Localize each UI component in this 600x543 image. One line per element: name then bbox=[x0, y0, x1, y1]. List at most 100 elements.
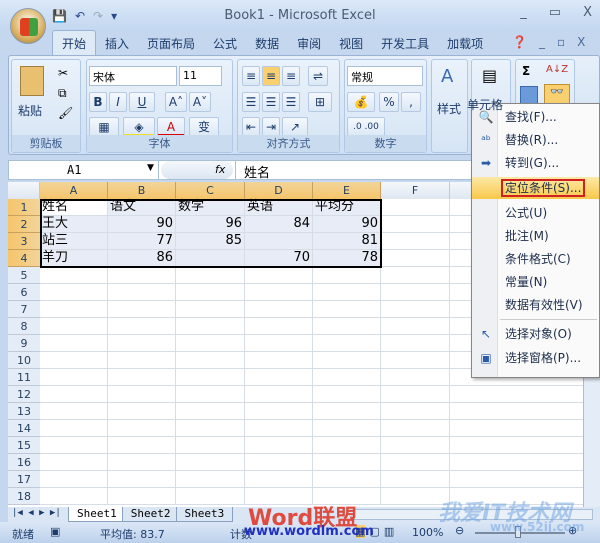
sheet-tab[interactable]: Sheet3 bbox=[175, 507, 234, 522]
cell[interactable]: 84 bbox=[245, 216, 313, 233]
paste-button[interactable]: 粘贴 bbox=[18, 102, 42, 119]
maximize-button[interactable]: ▭ bbox=[549, 5, 561, 20]
cell[interactable] bbox=[176, 318, 245, 335]
select-all-corner[interactable] bbox=[8, 182, 40, 199]
bold-button[interactable]: B bbox=[89, 92, 107, 112]
fill-icon[interactable] bbox=[520, 86, 538, 104]
menu-item[interactable]: ▣ 选择窗格(P)... bbox=[472, 347, 599, 369]
cell[interactable] bbox=[176, 301, 245, 318]
tab-1[interactable]: 插入 bbox=[96, 31, 138, 56]
normal-view-icon[interactable]: ▦ bbox=[355, 525, 366, 538]
cell[interactable] bbox=[176, 403, 245, 420]
cell[interactable] bbox=[381, 369, 450, 386]
cell[interactable] bbox=[381, 352, 450, 369]
underline-button[interactable]: U bbox=[129, 92, 155, 112]
cell[interactable]: 70 bbox=[245, 250, 313, 267]
cell[interactable] bbox=[176, 471, 245, 488]
row-header[interactable]: 7 bbox=[8, 301, 40, 318]
cell[interactable] bbox=[245, 420, 313, 437]
cell[interactable] bbox=[40, 471, 108, 488]
page-break-view-icon[interactable]: ▥ bbox=[384, 525, 394, 538]
cell[interactable] bbox=[40, 369, 108, 386]
cell[interactable] bbox=[450, 454, 600, 471]
cell[interactable] bbox=[176, 454, 245, 471]
zoom-slider-thumb[interactable] bbox=[515, 526, 521, 538]
tab-3[interactable]: 公式 bbox=[204, 31, 246, 56]
row-header[interactable]: 6 bbox=[8, 284, 40, 301]
cell[interactable] bbox=[108, 437, 176, 454]
macro-record-icon[interactable]: ▣ bbox=[50, 525, 60, 538]
cell[interactable] bbox=[245, 369, 313, 386]
workbook-close[interactable]: X bbox=[577, 35, 585, 49]
cell[interactable] bbox=[40, 301, 108, 318]
cell[interactable] bbox=[40, 284, 108, 301]
cell[interactable] bbox=[381, 250, 450, 267]
cell[interactable] bbox=[313, 318, 381, 335]
row-header[interactable]: 17 bbox=[8, 471, 40, 488]
row-header[interactable]: 18 bbox=[8, 488, 40, 505]
cell[interactable] bbox=[40, 437, 108, 454]
cell[interactable] bbox=[108, 488, 176, 505]
row-header[interactable]: 2 bbox=[8, 216, 40, 233]
tab-8[interactable]: 加载项 bbox=[438, 31, 492, 56]
cell[interactable] bbox=[245, 437, 313, 454]
cell[interactable] bbox=[108, 420, 176, 437]
cell[interactable] bbox=[313, 420, 381, 437]
cell[interactable] bbox=[108, 335, 176, 352]
cell[interactable]: 77 bbox=[108, 233, 176, 250]
cell[interactable] bbox=[176, 369, 245, 386]
currency-icon[interactable]: 💰 bbox=[347, 92, 375, 112]
name-box-dropdown-icon[interactable]: ▼ bbox=[147, 163, 154, 173]
cell[interactable] bbox=[245, 267, 313, 284]
phonetic-icon[interactable]: 变 bbox=[189, 117, 219, 137]
cell[interactable] bbox=[245, 352, 313, 369]
sheet-tab[interactable]: Sheet1 bbox=[68, 507, 126, 522]
paste-icon[interactable] bbox=[20, 66, 44, 96]
row-header[interactable]: 14 bbox=[8, 420, 40, 437]
zoom-level[interactable]: 100% bbox=[412, 526, 443, 539]
cell[interactable] bbox=[245, 488, 313, 505]
cell[interactable] bbox=[108, 403, 176, 420]
cell[interactable] bbox=[245, 335, 313, 352]
cell[interactable] bbox=[450, 403, 600, 420]
cell[interactable] bbox=[245, 301, 313, 318]
cell[interactable] bbox=[245, 284, 313, 301]
cell[interactable] bbox=[313, 369, 381, 386]
tab-2[interactable]: 页面布局 bbox=[138, 31, 204, 56]
column-header[interactable]: D bbox=[245, 182, 313, 199]
row-header[interactable]: 13 bbox=[8, 403, 40, 420]
cell[interactable] bbox=[40, 318, 108, 335]
cell[interactable] bbox=[40, 420, 108, 437]
cell[interactable] bbox=[381, 301, 450, 318]
cell[interactable] bbox=[381, 471, 450, 488]
cell[interactable] bbox=[381, 233, 450, 250]
cell[interactable] bbox=[313, 488, 381, 505]
align-right-icon[interactable]: ☰ bbox=[282, 92, 300, 112]
fx-button[interactable]: fx bbox=[215, 163, 225, 176]
row-header[interactable]: 15 bbox=[8, 437, 40, 454]
cell[interactable] bbox=[450, 437, 600, 454]
cell[interactable] bbox=[108, 301, 176, 318]
menu-item[interactable]: 数据有效性(V) bbox=[472, 294, 599, 316]
cell[interactable]: 站三 bbox=[40, 233, 108, 250]
row-header[interactable]: 9 bbox=[8, 335, 40, 352]
row-header[interactable]: 4 bbox=[8, 250, 40, 267]
cell[interactable] bbox=[381, 454, 450, 471]
cell[interactable] bbox=[245, 386, 313, 403]
cell[interactable] bbox=[108, 318, 176, 335]
page-layout-view-icon[interactable]: ▢ bbox=[369, 525, 379, 538]
cell[interactable]: 90 bbox=[108, 216, 176, 233]
column-header[interactable]: A bbox=[40, 182, 108, 199]
menu-item[interactable]: ↖ 选择对象(O) bbox=[472, 323, 599, 345]
cell[interactable] bbox=[245, 318, 313, 335]
cell[interactable] bbox=[176, 284, 245, 301]
row-header[interactable]: 5 bbox=[8, 267, 40, 284]
workbook-restore[interactable]: ▫ bbox=[557, 35, 565, 49]
cell[interactable] bbox=[40, 352, 108, 369]
cell[interactable]: 王大 bbox=[40, 216, 108, 233]
cell[interactable] bbox=[313, 454, 381, 471]
horizontal-scrollbar[interactable] bbox=[353, 509, 593, 520]
cell[interactable] bbox=[40, 335, 108, 352]
cell[interactable] bbox=[108, 352, 176, 369]
percent-button[interactable]: % bbox=[379, 92, 399, 112]
